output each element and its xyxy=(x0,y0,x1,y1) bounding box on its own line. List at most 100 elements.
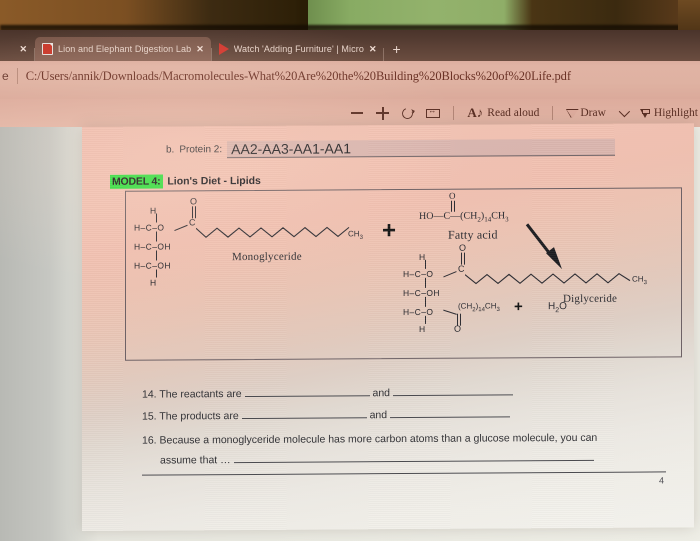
mono-c3: H–C–OH xyxy=(134,260,171,271)
zoom-in-button[interactable] xyxy=(376,106,390,120)
bond xyxy=(425,277,427,288)
bond xyxy=(156,250,158,261)
play-icon xyxy=(218,43,229,55)
desk-backdrop xyxy=(0,0,700,34)
bond xyxy=(156,231,158,242)
question-15-blank-1[interactable] xyxy=(241,417,367,420)
tab-label: Watch 'Adding Furniture' | Micro xyxy=(233,44,364,54)
toolbar-divider xyxy=(552,106,554,120)
mono-carbonyl-c: C xyxy=(189,217,196,228)
question-16-blank[interactable] xyxy=(233,459,594,464)
model-tag-highlighted: MODEL 4: xyxy=(110,174,164,189)
bond xyxy=(425,315,427,324)
close-icon[interactable]: ✕ xyxy=(19,44,27,55)
draw-label: Draw xyxy=(580,107,606,119)
highlight-button[interactable]: Highlight xyxy=(639,107,698,119)
di-hydrocarbon-chain xyxy=(465,273,631,285)
bond xyxy=(425,259,427,269)
monoglyceride-label: Monoglyceride xyxy=(232,250,302,264)
bond xyxy=(174,224,188,232)
new-tab-button[interactable]: + xyxy=(384,37,408,61)
question-14-blank-1[interactable] xyxy=(244,395,370,398)
page-number: 4 xyxy=(658,475,664,486)
address-bar[interactable]: e C:/Users/annik/Downloads/Macromolecule… xyxy=(0,61,700,91)
rotate-button[interactable] xyxy=(400,105,416,121)
di-c1: H–C–O xyxy=(403,268,434,280)
draw-button[interactable]: Draw xyxy=(566,107,606,119)
zoom-out-button[interactable] xyxy=(351,112,364,114)
chevron-down-icon xyxy=(618,105,630,118)
footer-rule xyxy=(142,471,666,476)
question-14-conjunction: and xyxy=(372,387,391,400)
tab-divider xyxy=(383,48,385,61)
protein2-row: b. Protein 2: AA2-AA3-AA1-AA1 xyxy=(166,136,616,158)
question-15-blank-2[interactable] xyxy=(390,416,511,419)
protein2-letter: b. xyxy=(166,144,175,156)
pdf-page: b. Protein 2: AA2-AA3-AA1-AA1 MODEL 4: L… xyxy=(82,123,694,531)
question-14-blank-2[interactable] xyxy=(392,394,513,397)
tab-label: Lion and Elephant Digestion Lab xyxy=(58,44,192,54)
question-16-line2: assume that … xyxy=(160,452,594,467)
question-14-number: 14. xyxy=(142,388,157,401)
toolbar-divider xyxy=(453,106,455,120)
question-15-text: The products are xyxy=(159,410,239,423)
mono-bottom-h: H xyxy=(150,277,157,288)
bond xyxy=(443,271,457,278)
tab-lion-elephant-digestion-lab[interactable]: Lion and Elephant Digestion Lab ✕ xyxy=(35,37,211,61)
plus-sign-2: + xyxy=(514,298,523,316)
di-bottom-h: H xyxy=(419,323,426,334)
di-carbonyl-c: C xyxy=(458,263,465,274)
read-aloud-label: Read aloud xyxy=(487,107,540,119)
protein2-label: Protein 2: xyxy=(179,143,223,156)
fit-to-width-button[interactable] xyxy=(426,106,441,118)
bond xyxy=(156,269,158,278)
model-heading: MODEL 4: Lion's Diet - Lipids xyxy=(110,174,261,189)
bond xyxy=(443,309,457,315)
question-15: 15. The products are and xyxy=(142,408,511,423)
tab-watch-adding-furniture[interactable]: Watch 'Adding Furniture' | Micro ✕ xyxy=(212,37,384,61)
draw-dropdown-button[interactable] xyxy=(618,105,630,118)
question-16-text: Because a monoglyceride molecule has mor… xyxy=(159,431,598,447)
question-15-conjunction: and xyxy=(369,409,388,422)
read-aloud-button[interactable]: A♪ Read aloud xyxy=(467,105,539,121)
highlighter-icon xyxy=(639,108,650,118)
question-16-line1: 16. Because a monoglyceride molecule has… xyxy=(142,432,642,447)
address-divider xyxy=(16,68,18,84)
question-15-number: 15. xyxy=(142,410,157,423)
pdf-viewer-toolbar: A♪ Read aloud Draw Highlight xyxy=(0,99,700,127)
di-c3: H–C–O xyxy=(403,306,434,318)
minus-icon xyxy=(351,112,364,114)
tab-partial[interactable]: ✕ xyxy=(0,37,34,61)
browser-chrome: ✕ Lion and Elephant Digestion Lab ✕ Watc… xyxy=(0,30,700,105)
di-lower-carbonyl-o: O xyxy=(454,323,462,334)
di-c2: H–C–OH xyxy=(403,287,440,299)
di-chain-end: CH3 xyxy=(632,274,647,287)
question-16-number: 16. xyxy=(142,434,157,447)
model-title: Lion's Diet - Lipids xyxy=(167,174,261,188)
highlight-label: Highlight xyxy=(653,107,698,119)
question-14: 14. The reactants are and xyxy=(142,386,513,401)
pen-icon xyxy=(566,108,577,118)
rotate-icon xyxy=(400,105,416,121)
plus-icon xyxy=(376,106,390,120)
fa-carbonyl-o: O xyxy=(449,190,456,201)
bond xyxy=(425,296,427,307)
close-icon[interactable]: ✕ xyxy=(196,44,204,55)
question-14-text: The reactants are xyxy=(159,388,242,401)
read-aloud-icon: A♪ xyxy=(467,105,484,120)
tab-strip: ✕ Lion and Elephant Digestion Lab ✕ Watc… xyxy=(0,30,700,61)
fatty-acid-formula: HO—C—(CH2)14CH3 xyxy=(419,210,509,224)
mono-carbonyl-o: O xyxy=(190,196,198,207)
di-lower-chain: (CH2)14CH3 xyxy=(458,301,500,314)
url-text[interactable]: C:/Users/annik/Downloads/Macromolecules-… xyxy=(26,69,571,84)
pdf-icon xyxy=(42,43,53,55)
mono-chain-end: CH3 xyxy=(348,229,363,241)
mono-c2: H–C–OH xyxy=(134,241,171,252)
model-diagram-box: H H–C–O H–C–OH H–C–OH H O C CH3 Monoglyc… xyxy=(125,187,682,361)
diglyceride-label: Diglyceride xyxy=(563,292,618,306)
protein2-answer-field[interactable]: AA2-AA3-AA1-AA1 xyxy=(227,138,616,158)
mono-c1: H–C–O xyxy=(134,222,165,233)
plus-sign: + xyxy=(382,217,397,245)
close-icon[interactable]: ✕ xyxy=(369,44,377,55)
fatty-acid-label: Fatty acid xyxy=(448,227,498,242)
